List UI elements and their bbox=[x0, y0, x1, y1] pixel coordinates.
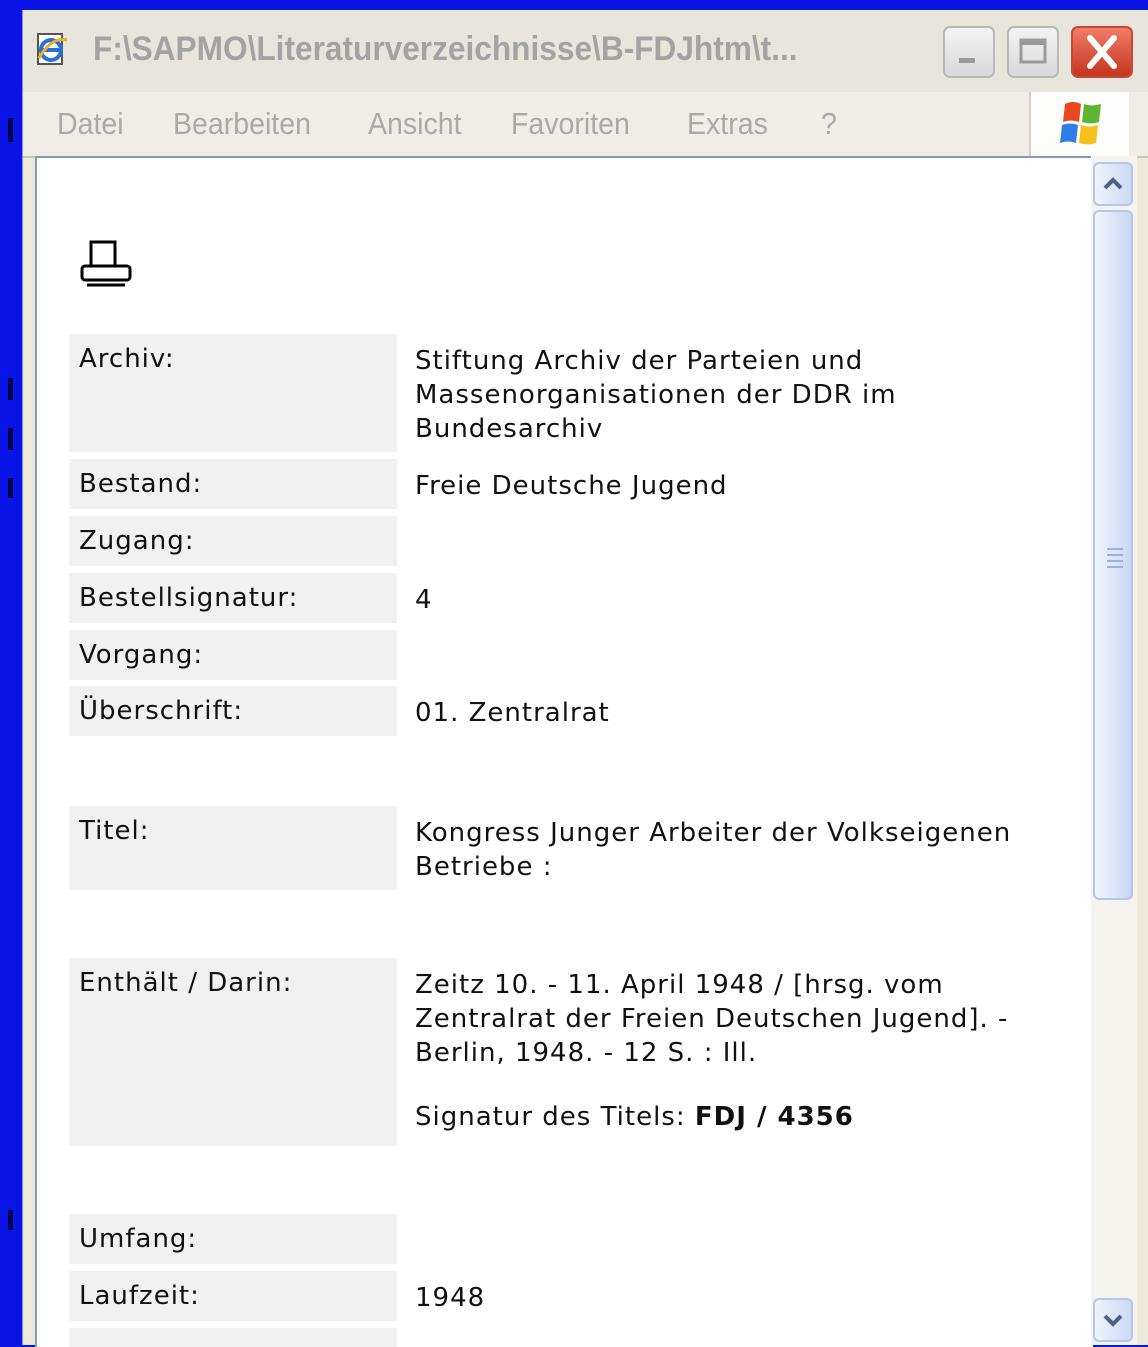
windows-flag-logo bbox=[1029, 92, 1129, 156]
menu-bearbeiten[interactable]: Bearbeiten bbox=[173, 106, 311, 142]
close-icon bbox=[1087, 35, 1117, 69]
chevron-down-icon bbox=[1103, 1314, 1123, 1327]
chevron-up-icon bbox=[1103, 177, 1123, 190]
field-value: Stiftung Archiv der Parteien und Masseno… bbox=[415, 346, 897, 444]
close-button[interactable] bbox=[1071, 26, 1133, 78]
scroll-down-button[interactable] bbox=[1093, 1298, 1133, 1342]
field-label: Titel: bbox=[69, 806, 397, 890]
field-label: Zugang: bbox=[69, 516, 397, 566]
title-signature: Signatur des Titels: FDJ / 4356 bbox=[415, 1100, 1057, 1134]
field-label bbox=[69, 1328, 397, 1347]
menu-favoriten[interactable]: Favoriten bbox=[511, 106, 630, 142]
field-value: Freie Deutsche Jugend bbox=[415, 471, 728, 501]
field-label: Bestand: bbox=[69, 459, 397, 509]
minimize-button[interactable] bbox=[943, 26, 995, 78]
desktop-edge bbox=[0, 0, 22, 1345]
minimize-icon bbox=[959, 58, 975, 63]
scroll-up-button[interactable] bbox=[1093, 162, 1133, 206]
window-title: F:\SAPMO\Literaturverzeichnisse\B-FDJhtm… bbox=[93, 30, 798, 68]
menu-bar: Datei Bearbeiten Ansicht Favoriten Extra… bbox=[23, 92, 1148, 158]
maximize-button[interactable] bbox=[1007, 26, 1059, 78]
field-value bbox=[411, 630, 1061, 650]
field-label: Vorgang: bbox=[69, 630, 397, 680]
menu-ansicht[interactable]: Ansicht bbox=[368, 106, 462, 142]
enthaelt-text: Zeitz 10. - 11. April 1948 / [hrsg. vom … bbox=[415, 970, 1009, 1068]
field-label: Enthält / Darin: bbox=[69, 958, 397, 1146]
browser-window: F:\SAPMO\Literaturverzeichnisse\B-FDJhtm… bbox=[22, 10, 1148, 1347]
field-value bbox=[411, 1214, 1061, 1234]
menu-datei[interactable]: Datei bbox=[57, 106, 124, 142]
field-label: Archiv: bbox=[69, 334, 397, 452]
field-value bbox=[411, 516, 1061, 536]
menu-extras[interactable]: Extras bbox=[687, 106, 768, 142]
field-value: Zeitz 10. - 11. April 1948 / [hrsg. vom … bbox=[411, 958, 1061, 1144]
field-label: Umfang: bbox=[69, 1214, 397, 1264]
menu-help[interactable]: ? bbox=[821, 106, 837, 142]
vertical-scrollbar[interactable] bbox=[1091, 156, 1137, 1345]
scroll-thumb[interactable] bbox=[1093, 210, 1133, 900]
windows-logo-icon bbox=[1060, 102, 1101, 145]
printer-icon[interactable] bbox=[79, 238, 133, 290]
field-value: 4 bbox=[415, 585, 433, 615]
field-value: 01. Zentralrat bbox=[415, 698, 610, 728]
signature-value: FDJ / 4356 bbox=[694, 1102, 854, 1132]
page-content: Archiv: Stiftung Archiv der Parteien und… bbox=[35, 156, 1093, 1347]
field-value: Kongress Junger Arbeiter der Volkseigene… bbox=[415, 818, 1012, 882]
ie-page-icon bbox=[37, 33, 68, 65]
title-bar[interactable]: F:\SAPMO\Literaturverzeichnisse\B-FDJhtm… bbox=[23, 10, 1148, 92]
maximize-icon bbox=[1019, 38, 1047, 64]
field-value: 1948 bbox=[415, 1283, 486, 1313]
field-label: Laufzeit: bbox=[69, 1271, 397, 1321]
field-label: Überschrift: bbox=[69, 686, 397, 736]
signature-prefix: Signatur des Titels: bbox=[415, 1102, 686, 1132]
field-label: Bestellsignatur: bbox=[69, 573, 397, 623]
